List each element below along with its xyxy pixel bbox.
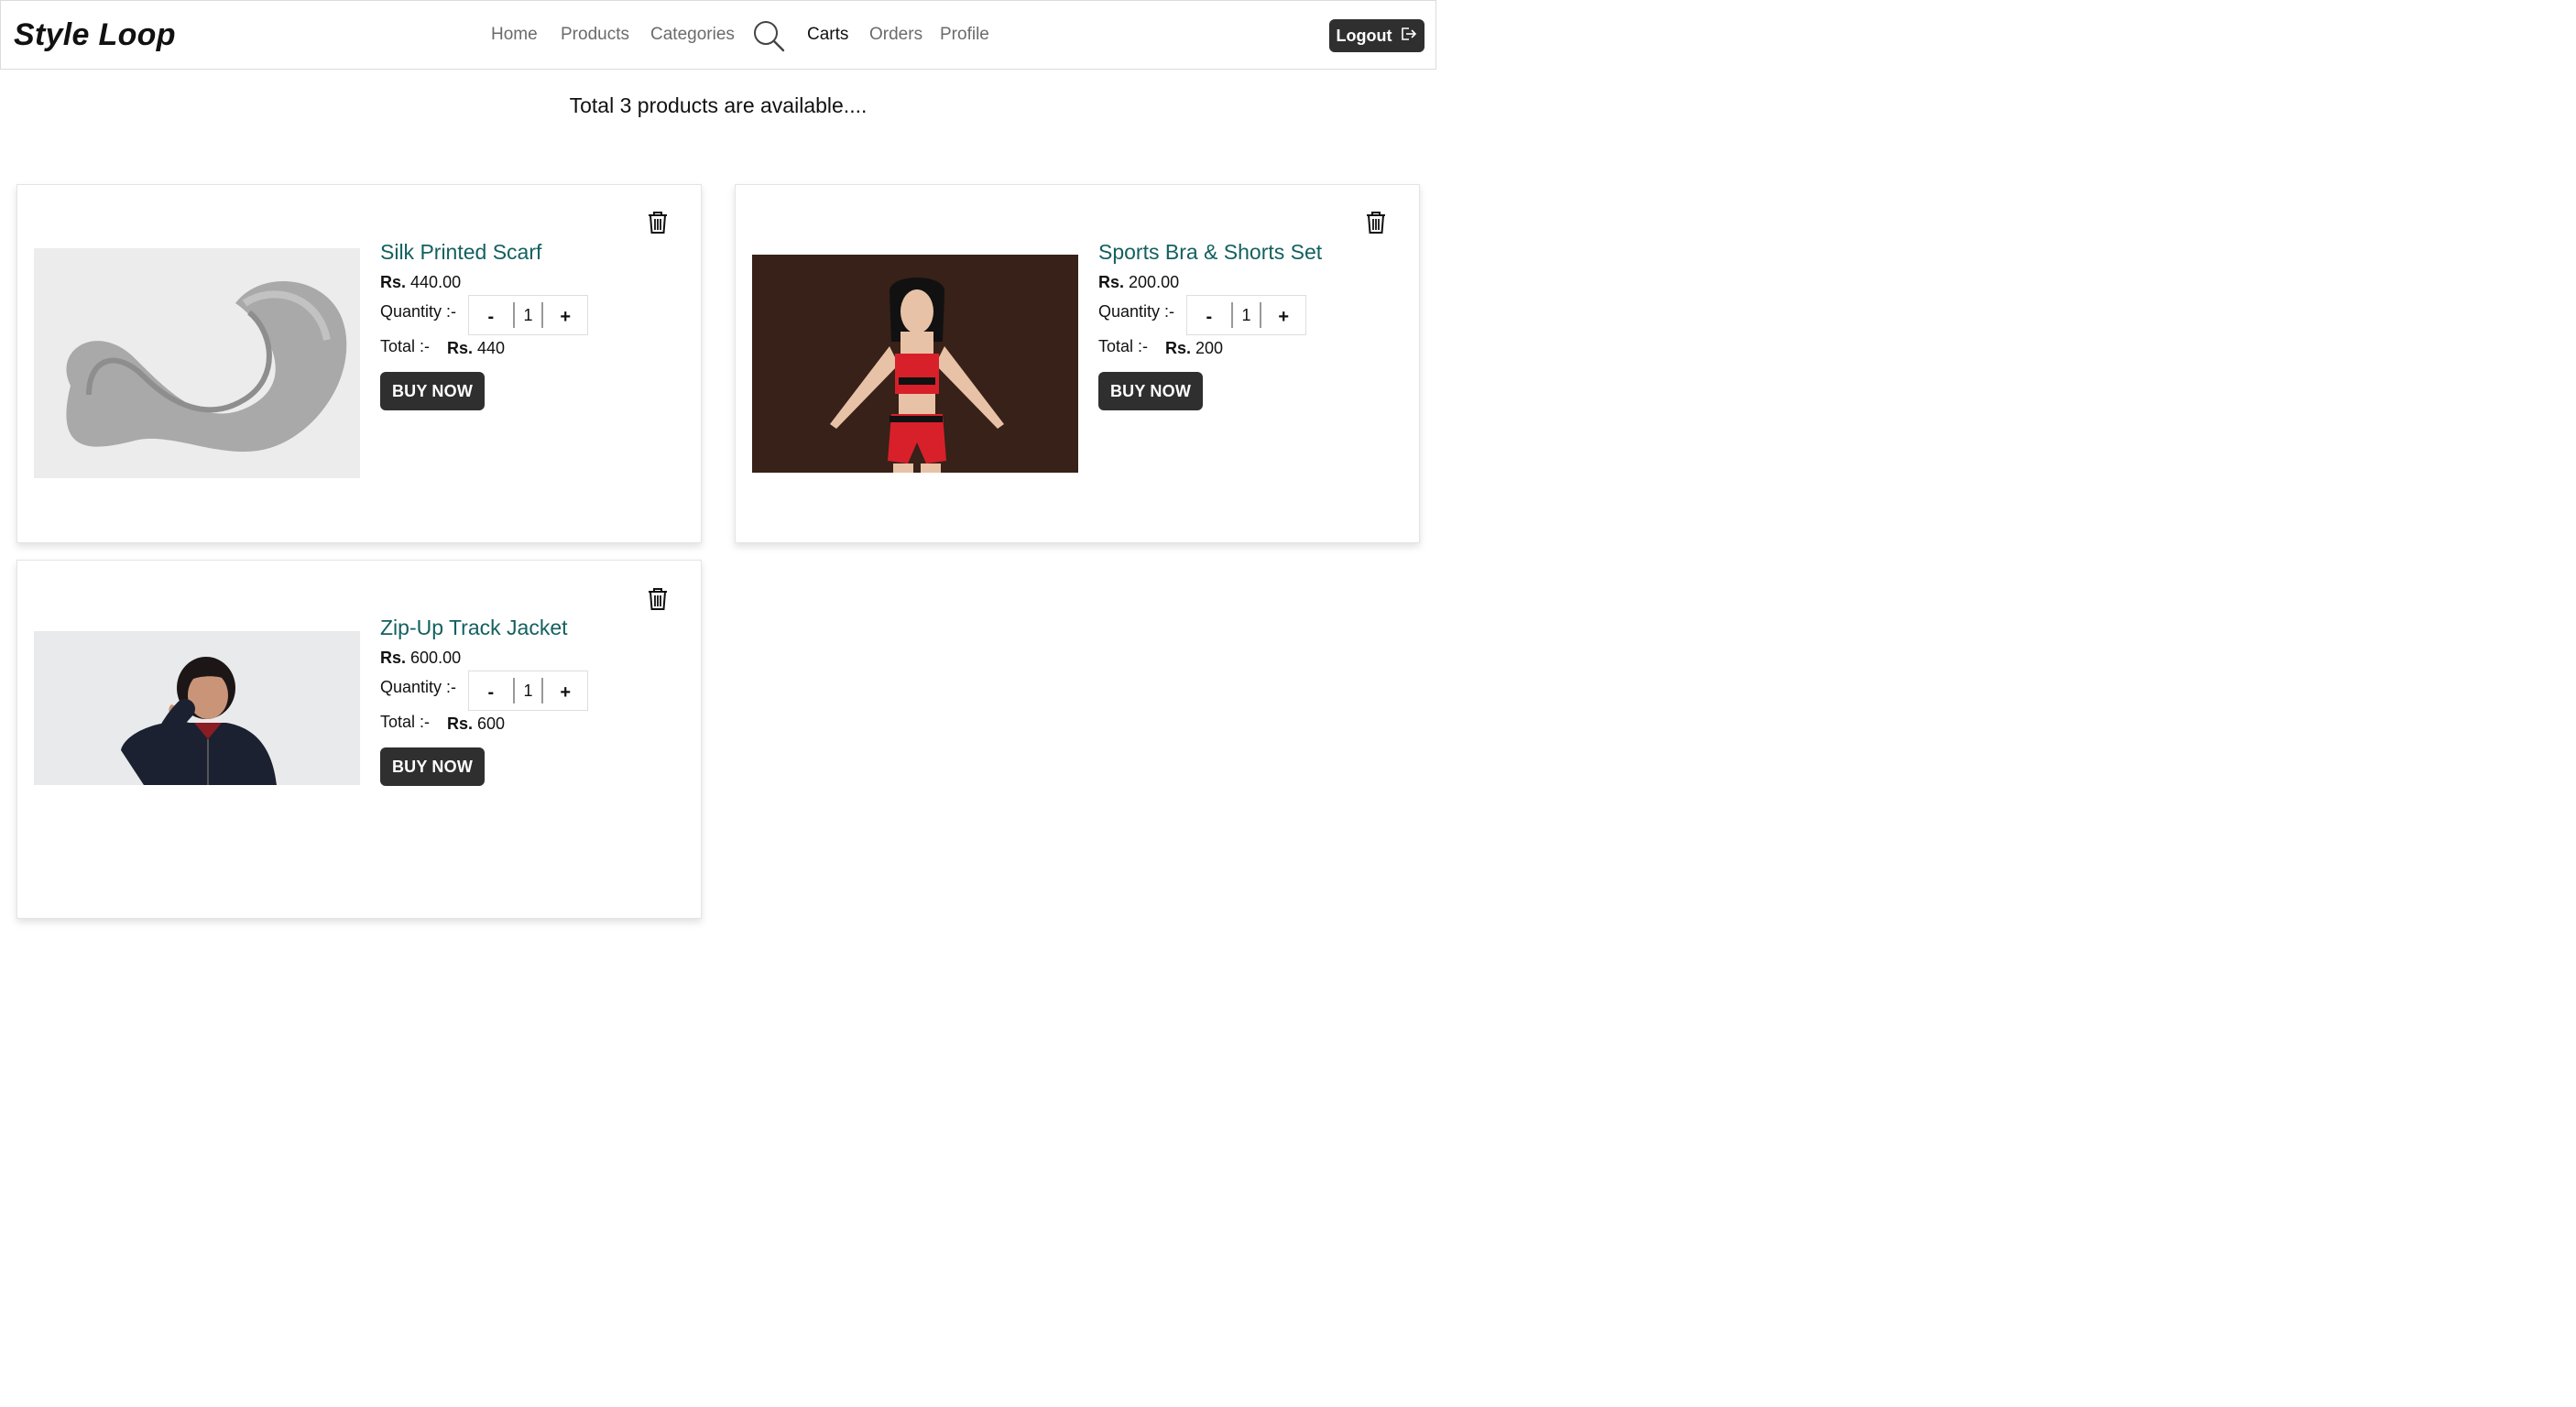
page-heading: Total 3 products are available....	[569, 93, 868, 117]
quantity-stepper: - 1 +	[468, 295, 588, 335]
total-label: Total :-	[1098, 337, 1149, 355]
currency-label: Rs.	[380, 649, 407, 667]
buy-now-button[interactable]: BUY NOW	[380, 372, 485, 410]
navbar: Style Loop Home Products Categories Cart…	[0, 0, 1436, 70]
currency-label: Rs.	[380, 273, 407, 291]
quantity-stepper: - 1 +	[1186, 295, 1306, 335]
quantity-label: Quantity :-	[380, 678, 457, 696]
currency-label: Rs.	[1165, 339, 1192, 357]
quantity-label: Quantity :-	[380, 302, 457, 321]
total-amount: 200	[1195, 339, 1224, 357]
total-amount: 600	[477, 714, 506, 733]
price-value: 200.00	[1129, 273, 1180, 291]
total-label: Total :-	[380, 337, 431, 355]
price-value: 600.00	[410, 649, 462, 667]
currency-label: Rs.	[447, 339, 474, 357]
buy-now-button[interactable]: BUY NOW	[380, 747, 485, 786]
currency-label: Rs.	[1098, 273, 1125, 291]
buy-now-button[interactable]: BUY NOW	[1098, 372, 1203, 410]
total-amount: 440	[477, 339, 506, 357]
trash-icon[interactable]	[647, 587, 669, 611]
product-title[interactable]: Silk Printed Scarf	[380, 240, 541, 265]
logout-label: Logout	[1336, 26, 1392, 45]
product-price: Rs. 440.00	[380, 273, 461, 292]
logout-icon	[1399, 25, 1417, 48]
nav-link-home[interactable]: Home	[491, 25, 538, 45]
nav-link-profile[interactable]: Profile	[940, 25, 989, 45]
increment-button[interactable]: +	[1261, 303, 1305, 328]
nav-link-carts[interactable]: Carts	[807, 25, 848, 45]
quantity-label: Quantity :-	[1098, 302, 1175, 321]
total-value: Rs. 200	[1165, 339, 1223, 358]
product-image	[34, 248, 360, 478]
cart-item-card: Sports Bra & Shorts Set Rs. 200.00 Quant…	[735, 184, 1420, 543]
increment-button[interactable]: +	[543, 679, 587, 704]
product-info: Sports Bra & Shorts Set Rs. 200.00 Quant…	[1098, 240, 1322, 410]
total-label: Total :-	[380, 713, 431, 731]
product-image	[752, 255, 1078, 473]
search-icon[interactable]	[752, 19, 785, 52]
quantity-value: 1	[512, 678, 544, 704]
logout-button[interactable]: Logout	[1329, 19, 1424, 52]
increment-button[interactable]: +	[543, 303, 587, 328]
product-info: Zip-Up Track Jacket Rs. 600.00 Quantity …	[380, 616, 588, 786]
total-value: Rs. 600	[447, 714, 505, 734]
product-title[interactable]: Sports Bra & Shorts Set	[1098, 240, 1322, 265]
decrement-button[interactable]: -	[469, 303, 513, 328]
cart-item-card: Zip-Up Track Jacket Rs. 600.00 Quantity …	[16, 560, 702, 919]
total-value: Rs. 440	[447, 339, 505, 358]
quantity-value: 1	[512, 302, 544, 328]
trash-icon[interactable]	[647, 211, 669, 234]
decrement-button[interactable]: -	[469, 679, 513, 704]
nav-link-products[interactable]: Products	[561, 25, 629, 45]
decrement-button[interactable]: -	[1187, 303, 1231, 328]
price-value: 440.00	[410, 273, 462, 291]
product-image	[34, 631, 360, 785]
nav-link-orders[interactable]: Orders	[869, 25, 922, 45]
quantity-value: 1	[1230, 302, 1262, 328]
product-title[interactable]: Zip-Up Track Jacket	[380, 616, 568, 640]
product-price: Rs. 200.00	[1098, 273, 1179, 292]
quantity-stepper: - 1 +	[468, 671, 588, 711]
product-price: Rs. 600.00	[380, 649, 461, 668]
currency-label: Rs.	[447, 714, 474, 733]
trash-icon[interactable]	[1365, 211, 1387, 234]
cart-item-card: Silk Printed Scarf Rs. 440.00 Quantity :…	[16, 184, 702, 543]
brand-logo[interactable]: Style Loop	[14, 17, 176, 53]
product-info: Silk Printed Scarf Rs. 440.00 Quantity :…	[380, 240, 588, 410]
nav-link-categories[interactable]: Categories	[650, 25, 735, 45]
